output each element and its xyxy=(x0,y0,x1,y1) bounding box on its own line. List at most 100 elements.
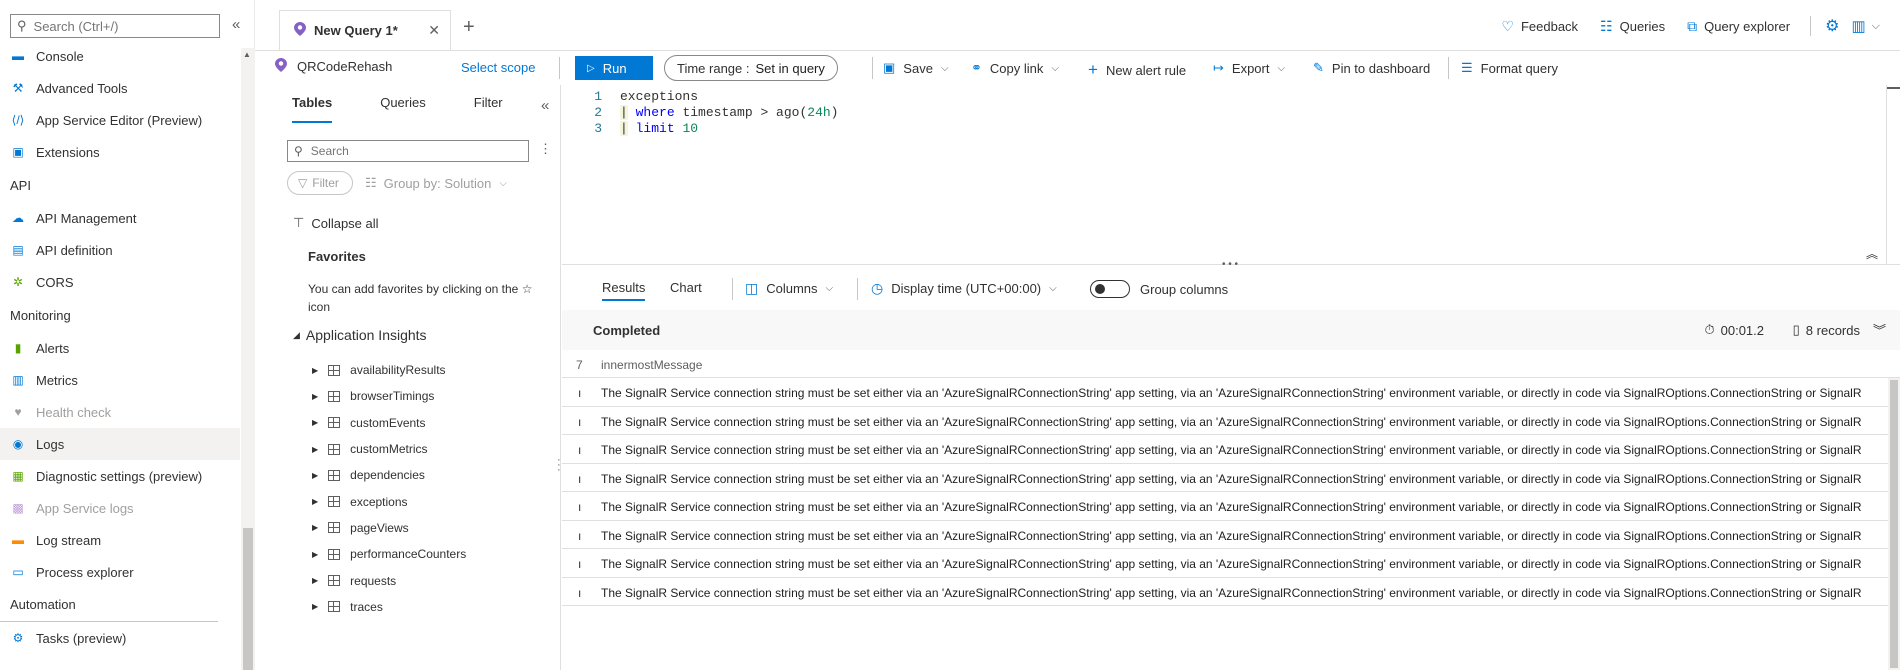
time-range-button[interactable]: Time range : Set in query xyxy=(664,55,838,81)
menu-item-extensions[interactable]: ▣ Extensions xyxy=(0,136,240,168)
message-cell[interactable]: The SignalR Service connection string mu… xyxy=(601,557,1862,571)
menu-item-cors[interactable]: ✲ CORS xyxy=(0,266,240,298)
query-editor[interactable]: 1 exceptions 2 | where timestamp > ago(2… xyxy=(562,85,1900,270)
table-item-customevents[interactable]: ▶ customEvents xyxy=(312,410,466,436)
expand-triangle-icon[interactable]: ▶ xyxy=(312,602,318,611)
tab-filter[interactable]: Filter xyxy=(474,95,503,123)
expand-triangle-icon[interactable]: ▶ xyxy=(312,576,318,585)
close-tab-icon[interactable]: ✕ xyxy=(428,22,440,39)
toggle-switch[interactable] xyxy=(1090,280,1130,298)
collapse-all-button[interactable]: ⊤ Collapse all xyxy=(293,215,379,231)
table-row[interactable]: ı The SignalR Service connection string m… xyxy=(562,578,1900,606)
table-item-exceptions[interactable]: ▶ exceptions xyxy=(312,488,466,514)
editor-scrollbar[interactable] xyxy=(1886,85,1900,265)
menu-item-logs[interactable]: ◉ Logs xyxy=(0,428,240,460)
tab-chart[interactable]: Chart xyxy=(670,280,702,295)
schema-search-box[interactable]: ⚲ xyxy=(287,140,529,162)
schema-search-input[interactable] xyxy=(308,143,519,159)
column-header-truncated[interactable]: 7 xyxy=(576,358,583,372)
filter-button[interactable]: ▽ Filter xyxy=(287,171,353,195)
columns-dropdown[interactable]: ◫ Columns ⌵ xyxy=(745,280,833,297)
expand-triangle-icon[interactable]: ▶ xyxy=(312,445,318,454)
expand-triangle-icon[interactable]: ▶ xyxy=(312,392,318,401)
table-item-custommetrics[interactable]: ▶ customMetrics xyxy=(312,436,466,462)
add-tab-icon[interactable]: + xyxy=(463,17,475,37)
table-item-traces[interactable]: ▶ traces xyxy=(312,594,466,620)
table-row[interactable]: ı The SignalR Service connection string m… xyxy=(562,492,1900,521)
message-cell[interactable]: The SignalR Service connection string mu… xyxy=(601,529,1862,543)
expand-triangle-icon[interactable]: ▶ xyxy=(312,523,318,532)
group-columns-toggle[interactable]: Group columns xyxy=(1090,280,1228,298)
message-cell[interactable]: The SignalR Service connection string mu… xyxy=(601,415,1862,429)
scroll-up-arrow-icon[interactable]: ▲ xyxy=(243,50,251,59)
feedback-button[interactable]: ♡ Feedback xyxy=(1501,18,1578,35)
expand-triangle-icon[interactable]: ▶ xyxy=(312,550,318,559)
menu-item-advanced-tools[interactable]: ⚒ Advanced Tools xyxy=(0,72,240,104)
table-row[interactable]: ı The SignalR Service connection string m… xyxy=(562,549,1900,578)
collapse-schema-icon[interactable]: « xyxy=(541,97,549,114)
menu-item-metrics[interactable]: ▥ Metrics xyxy=(0,364,240,396)
query-explorer-button[interactable]: ⧉ Query explorer xyxy=(1687,18,1790,35)
table-row[interactable]: ı The SignalR Service connection string m… xyxy=(562,521,1900,549)
format-query-button[interactable]: ☰ Format query xyxy=(1461,60,1558,76)
application-insights-group[interactable]: ◢ Application Insights xyxy=(293,327,427,343)
pin-to-dashboard-button[interactable]: ✎ Pin to dashboard xyxy=(1313,60,1430,76)
pane-splitter-handle[interactable]: · · · xyxy=(557,455,561,476)
table-item-dependencies[interactable]: ▶ dependencies xyxy=(312,462,466,488)
table-row[interactable]: ı The SignalR Service connection string m… xyxy=(562,378,1900,407)
table-row[interactable]: ı The SignalR Service connection string m… xyxy=(562,464,1900,492)
message-cell[interactable]: The SignalR Service connection string mu… xyxy=(601,586,1862,600)
menu-scrollbar-thumb[interactable] xyxy=(243,528,253,670)
menu-item-app-service-logs[interactable]: ▩ App Service logs xyxy=(0,492,240,524)
chevron-down-icon[interactable]: ⌵ xyxy=(1872,20,1880,33)
message-cell[interactable]: The SignalR Service connection string mu… xyxy=(601,386,1862,400)
menu-item-api-definition[interactable]: ▤ API definition xyxy=(0,234,240,266)
table-item-requests[interactable]: ▶ requests xyxy=(312,567,466,593)
column-header-innermostmessage[interactable]: innermostMessage xyxy=(601,358,702,372)
message-cell[interactable]: The SignalR Service connection string mu… xyxy=(601,443,1862,457)
run-button[interactable]: ▷ Run xyxy=(575,56,653,80)
expand-triangle-icon[interactable]: ▶ xyxy=(312,497,318,506)
more-options-icon[interactable]: ⋮ xyxy=(539,141,552,157)
display-time-dropdown[interactable]: ◷ Display time (UTC+00:00) ⌵ xyxy=(871,280,1057,297)
table-row[interactable]: ı The SignalR Service connection string m… xyxy=(562,435,1900,464)
save-button[interactable]: ▣ Save ⌵ xyxy=(883,60,949,76)
menu-item-health-check[interactable]: ♥ Health check xyxy=(0,396,240,428)
menu-search-input[interactable] xyxy=(31,17,212,35)
table-row[interactable]: ı The SignalR Service connection string m… xyxy=(562,407,1900,435)
results-scrollbar-thumb[interactable] xyxy=(1890,380,1898,668)
menu-item-diagnostic-settings-preview[interactable]: ▦ Diagnostic settings (preview) xyxy=(0,460,240,492)
expand-triangle-icon[interactable]: ▶ xyxy=(312,366,318,375)
menu-item-app-service-editor-preview[interactable]: ⟨/⟩ App Service Editor (Preview) xyxy=(0,104,240,136)
table-item-browsertimings[interactable]: ▶ browserTimings xyxy=(312,383,466,409)
tab-queries[interactable]: Queries xyxy=(380,95,426,123)
new-alert-rule-button[interactable]: + New alert rule xyxy=(1088,60,1186,80)
copy-link-button[interactable]: ⚭ Copy link ⌵ xyxy=(971,60,1059,76)
menu-item-log-stream[interactable]: ▬ Log stream xyxy=(0,524,240,556)
table-item-availabilityresults[interactable]: ▶ availabilityResults xyxy=(312,357,466,383)
menu-item-api-management[interactable]: ☁ API Management xyxy=(0,202,240,234)
menu-item-console[interactable]: ▬ Console xyxy=(0,40,240,72)
select-scope-link[interactable]: Select scope xyxy=(461,60,535,75)
collapse-menu-icon[interactable]: « xyxy=(232,16,240,33)
menu-item-alerts[interactable]: ▮ Alerts xyxy=(0,332,240,364)
expand-triangle-icon[interactable]: ▶ xyxy=(312,471,318,480)
group-by-dropdown[interactable]: ☷ Group by: Solution ⌵ xyxy=(365,175,507,191)
tab-tables[interactable]: Tables xyxy=(292,95,333,123)
expand-results-icon[interactable]: ︾ xyxy=(1873,320,1886,339)
menu-search-box[interactable]: ⚲ xyxy=(10,14,220,38)
message-cell[interactable]: The SignalR Service connection string mu… xyxy=(601,500,1862,514)
export-button[interactable]: ↦ Export ⌵ xyxy=(1213,60,1285,76)
gear-icon[interactable]: ⚙ xyxy=(1825,16,1839,36)
expand-triangle-icon[interactable]: ▶ xyxy=(312,418,318,427)
menu-item-process-explorer[interactable]: ▭ Process explorer xyxy=(0,556,240,588)
table-item-performancecounters[interactable]: ▶ performanceCounters xyxy=(312,541,466,567)
tab-new-query-1[interactable]: New Query 1* ✕ xyxy=(279,10,451,52)
tab-results[interactable]: Results xyxy=(602,280,646,301)
book-icon[interactable]: ▥ xyxy=(1851,17,1865,35)
menu-item-tasks-preview[interactable]: ⚙ Tasks (preview) xyxy=(0,622,240,654)
message-cell[interactable]: The SignalR Service connection string mu… xyxy=(601,472,1862,486)
results-scrollbar[interactable] xyxy=(1888,378,1900,670)
menu-scrollbar[interactable]: ▲ xyxy=(241,48,255,670)
table-item-pageviews[interactable]: ▶ pageViews xyxy=(312,515,466,541)
